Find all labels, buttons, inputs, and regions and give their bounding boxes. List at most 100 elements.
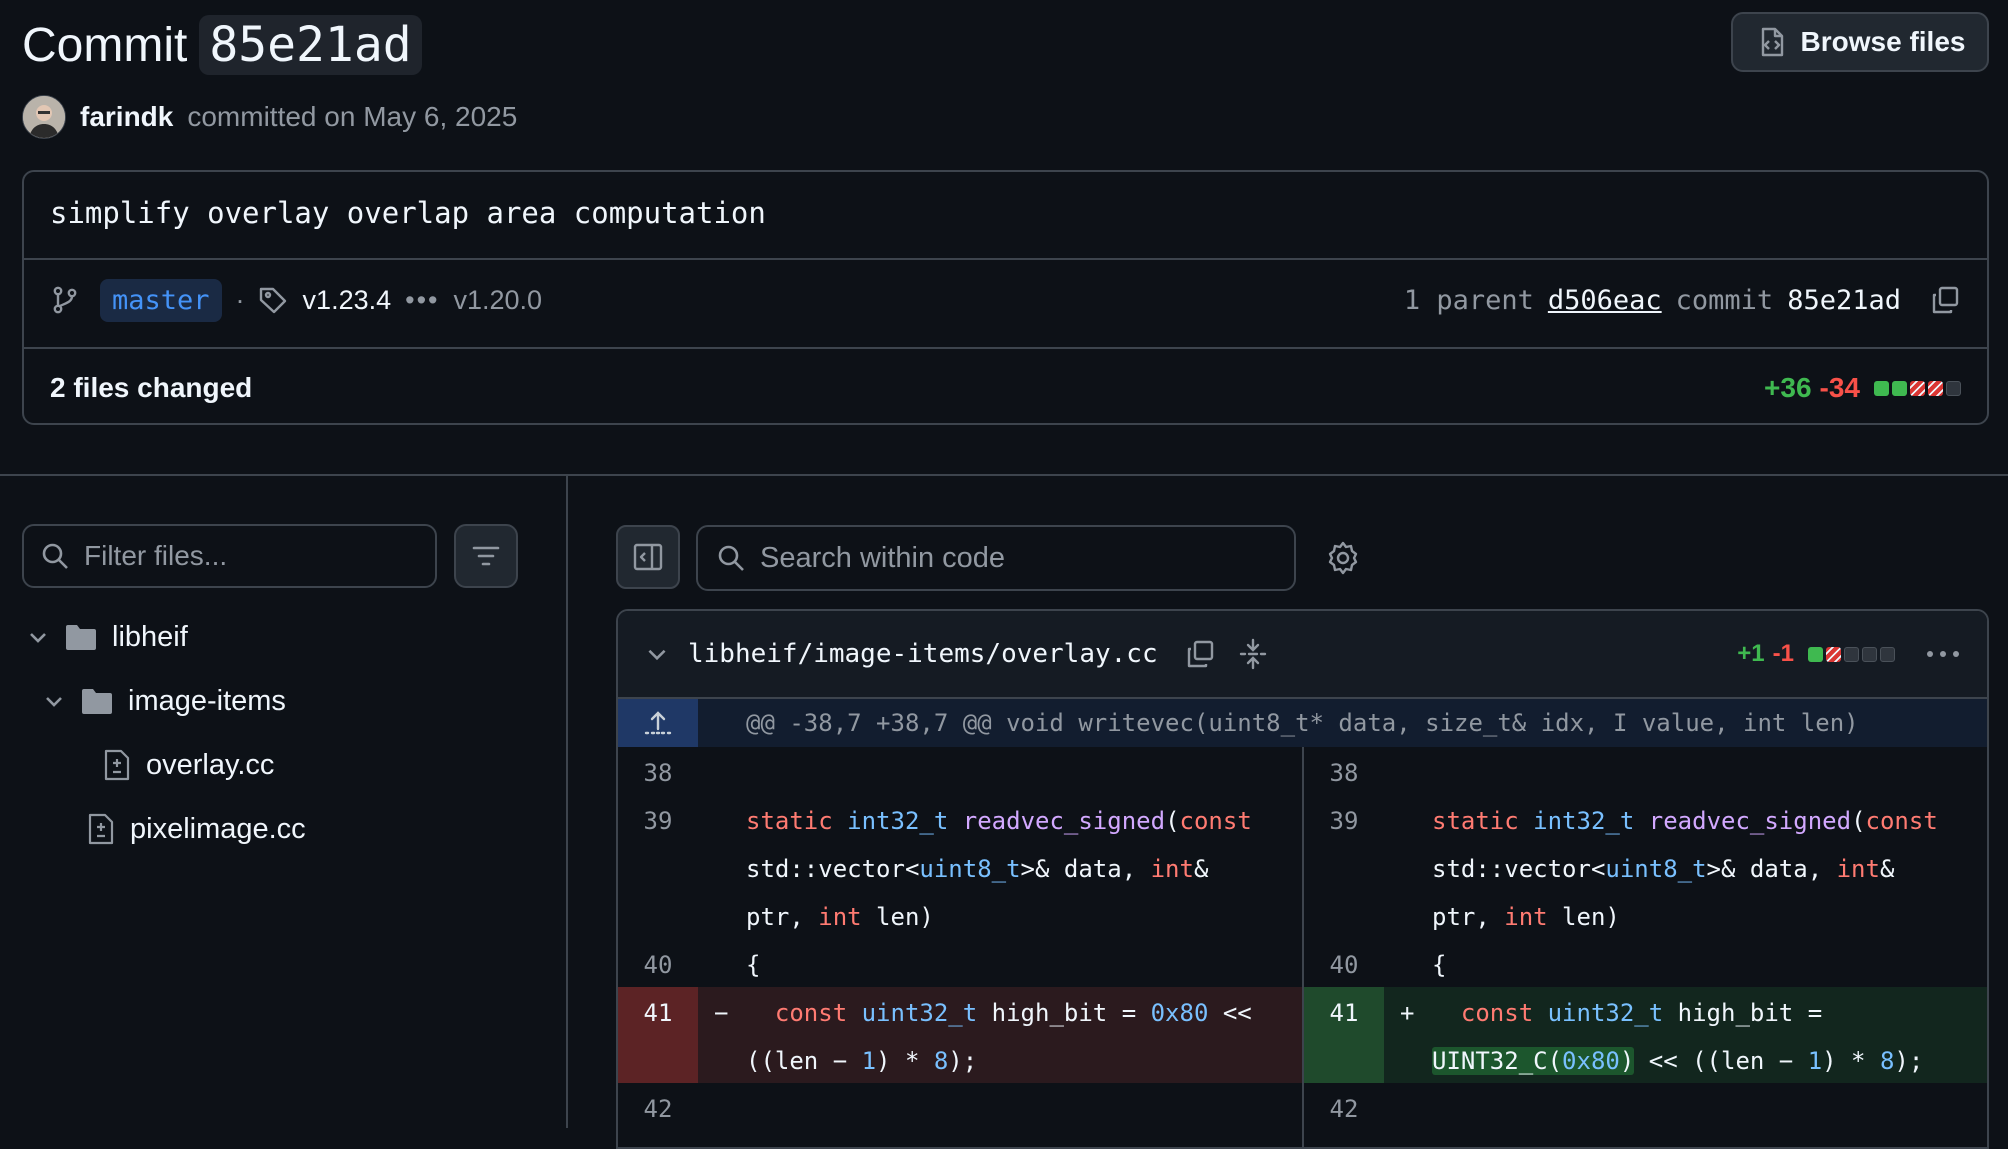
expand-up-icon — [643, 709, 673, 737]
separator-dot: · — [235, 284, 245, 315]
search-icon — [716, 543, 746, 573]
tree-file-pixelimage[interactable]: pixelimage.cc — [86, 804, 306, 854]
line-number[interactable]: 38 — [618, 759, 698, 787]
title-commit-sha: 85e21ad — [199, 15, 422, 75]
parent-label: 1 parent — [1403, 284, 1534, 316]
code-line: UINT32_C(0x80) << ((len − 1) * 8); — [1432, 1047, 1924, 1075]
diffstat-block — [1946, 380, 1961, 396]
tag-icon — [257, 284, 289, 316]
code-line: ptr, int len) — [1432, 903, 1620, 931]
commit-message: simplify overlay overlap area computatio… — [50, 196, 766, 230]
code-line: { — [1432, 951, 1447, 979]
search-within-code-placeholder: Search within code — [760, 541, 1006, 574]
line-number[interactable]: 42 — [618, 1095, 698, 1123]
browse-files-button[interactable]: Browse files — [1731, 12, 1989, 72]
expand-up-button[interactable] — [618, 699, 698, 747]
diffstat-block — [1826, 646, 1841, 662]
line-number[interactable]: 40 — [1304, 951, 1384, 979]
tag-latest[interactable]: v1.23.4 — [303, 285, 392, 316]
diffstat-block — [1808, 646, 1823, 662]
tree-file-overlay[interactable]: overlay.cc — [102, 740, 274, 790]
branch-badge[interactable]: master — [100, 278, 222, 322]
folder-icon — [64, 622, 98, 652]
search-within-code-input[interactable]: Search within code — [696, 525, 1296, 591]
tree-item-label: libheif — [112, 620, 188, 653]
filter-options-button[interactable] — [454, 524, 518, 588]
diff-file-card: libheif/image-items/overlay.cc +1 -1 @@ … — [616, 609, 1989, 1149]
sidebar-divider[interactable] — [566, 476, 568, 1128]
diff-file-path[interactable]: libheif/image-items/overlay.cc — [688, 639, 1158, 669]
file-diff-icon — [1755, 26, 1787, 58]
deleted-marker: − — [714, 999, 729, 1027]
code-line: ((len − 1) * 8); — [746, 1047, 978, 1075]
diffstat-block — [1892, 380, 1907, 396]
added-marker: + — [1400, 999, 1415, 1027]
tree-folder-libheif[interactable]: libheif — [26, 612, 188, 662]
code-line: static int32_t readvec_signed(const — [1432, 807, 1938, 835]
line-number[interactable]: 39 — [1304, 807, 1384, 835]
tags-ellipsis-button[interactable]: ••• — [405, 285, 439, 316]
chevron-down-icon[interactable] — [644, 641, 670, 667]
diffstat-block — [1844, 646, 1859, 662]
file-diffstat-blocks — [1808, 646, 1895, 662]
parent-sha-link[interactable]: d506eac — [1548, 285, 1662, 316]
code-line: static int32_t readvec_signed(const — [746, 807, 1252, 835]
code-line: { — [746, 951, 761, 979]
commit-label: commit — [1675, 284, 1774, 316]
toggle-file-tree-button[interactable] — [616, 525, 680, 589]
filter-files-placeholder: Filter files... — [84, 540, 228, 571]
title-word: Commit — [22, 18, 188, 72]
commit-date: committed on May 6, 2025 — [187, 101, 518, 132]
diffstat-block — [1874, 380, 1889, 396]
files-changed-count: 2 files changed — [50, 372, 253, 403]
commit-summary-box: simplify overlay overlap area computatio… — [22, 170, 1989, 425]
chevron-down-icon — [42, 689, 66, 713]
search-icon — [40, 541, 70, 571]
commit-sha: 85e21ad — [1787, 284, 1901, 316]
line-number[interactable]: 40 — [618, 951, 698, 979]
file-diff-small-icon — [102, 749, 132, 781]
diffstat-block — [1862, 646, 1877, 662]
unfold-icon[interactable] — [1238, 638, 1268, 670]
code-line: std::vector<uint8_t>& data, int& — [1432, 855, 1895, 883]
folder-icon — [80, 686, 114, 716]
code-line: ptr, int len) — [746, 903, 934, 931]
kebab-icon[interactable] — [1925, 649, 1961, 659]
line-number[interactable]: 39 — [618, 807, 698, 835]
line-number[interactable]: 42 — [1304, 1095, 1384, 1123]
sidebar-toggle-icon — [632, 541, 664, 573]
filter-icon — [470, 540, 502, 572]
line-number[interactable]: 41 — [618, 999, 698, 1027]
copy-icon[interactable] — [1184, 638, 1216, 670]
additions-count: +36 — [1764, 372, 1812, 403]
avatar[interactable] — [22, 95, 66, 139]
divider — [24, 347, 1987, 349]
file-diff-small-icon — [86, 813, 116, 845]
file-additions: +1 — [1737, 640, 1765, 667]
commit-meta-row: master · v1.23.4 ••• v1.20.0 1 parent d5… — [50, 274, 1961, 326]
files-changed-row: 2 files changed +36 -34 — [50, 365, 1961, 411]
line-number[interactable]: 41 — [1304, 999, 1384, 1027]
tree-item-label: overlay.cc — [146, 748, 275, 781]
diffstat-blocks — [1874, 380, 1961, 396]
commit-byline: farindk committed on May 6, 2025 — [22, 95, 518, 139]
page-title: Commit 85e21ad — [22, 10, 422, 80]
diff-file-header: libheif/image-items/overlay.cc +1 -1 — [618, 611, 1987, 699]
diff-pane-right: 38 39 static int32_t readvec_signed(cons… — [1304, 747, 1987, 1147]
author-link[interactable]: farindk — [80, 101, 173, 133]
diff-pane-left: 38 39 static int32_t readvec_signed(cons… — [618, 747, 1304, 1147]
tag-oldest[interactable]: v1.20.0 — [453, 285, 542, 316]
filter-files-input[interactable]: Filter files... — [22, 524, 437, 588]
git-branch-icon — [50, 285, 80, 315]
copy-icon[interactable] — [1929, 284, 1961, 316]
diffstat-block — [1880, 646, 1895, 662]
gear-icon[interactable] — [1325, 540, 1361, 576]
hunk-header-row: @@ -38,7 +38,7 @@ void writevec(uint8_t*… — [618, 699, 1987, 747]
file-deletions: -1 — [1772, 640, 1794, 667]
diffstat: +36 -34 — [1764, 372, 1961, 404]
line-number[interactable]: 38 — [1304, 759, 1384, 787]
code-line: const uint32_t high_bit = — [1460, 999, 1823, 1027]
deletions-count: -34 — [1819, 372, 1860, 403]
section-divider — [0, 474, 2008, 476]
tree-folder-image-items[interactable]: image-items — [42, 676, 286, 726]
